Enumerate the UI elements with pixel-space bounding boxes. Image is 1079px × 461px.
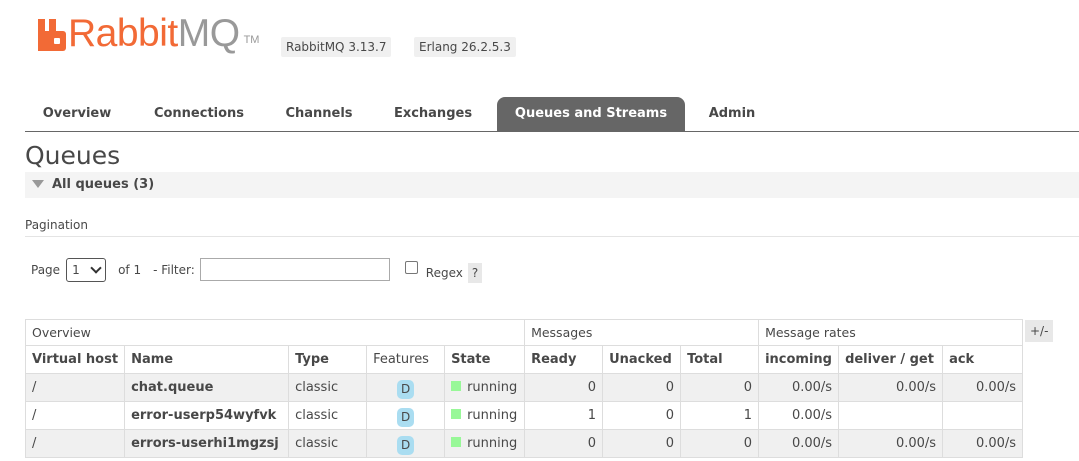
rabbitmq-logo-icon [38, 19, 66, 51]
tab-connections[interactable]: Connections [135, 97, 263, 131]
group-header-overview: Overview [24, 319, 526, 346]
running-status-icon [451, 409, 462, 419]
group-header-messages: Messages [524, 319, 760, 346]
state-label: running [467, 408, 518, 423]
queues-table: Overview Messages Message rates Virtual … [24, 319, 1024, 458]
cell-unacked: 0 [602, 373, 682, 402]
cell-virtual-host: / [24, 373, 126, 402]
filter-label: - Filter: [153, 262, 195, 277]
cell-total: 0 [680, 373, 760, 402]
state-label: running [467, 436, 518, 451]
cell-type: classic [288, 401, 368, 430]
page-select-value: 1 [72, 262, 80, 277]
cell-incoming: 0.00/s [758, 373, 840, 402]
cell-incoming: 0.00/s [758, 429, 840, 458]
cell-total: 0 [680, 429, 760, 458]
tab-exchanges[interactable]: Exchanges [375, 97, 491, 131]
tab-overview[interactable]: Overview [25, 97, 129, 131]
column-header-virtual-host[interactable]: Virtual host [24, 345, 126, 374]
all-queues-label: All queues (3) [52, 177, 155, 192]
running-status-icon [451, 381, 462, 391]
column-toggle-button[interactable]: +/- [1025, 320, 1054, 342]
rabbitmq-logo[interactable]: RabbitMQ TM [38, 14, 259, 54]
cell-total: 1 [680, 401, 760, 430]
column-header-unacked[interactable]: Unacked [602, 345, 682, 374]
column-header-name[interactable]: Name [124, 345, 290, 374]
page-count-label: of 1 [118, 262, 142, 277]
cell-state: running [444, 429, 526, 458]
tab-channels[interactable]: Channels [269, 97, 369, 131]
column-header-state[interactable]: State [444, 345, 526, 374]
cell-ready: 0 [524, 429, 604, 458]
cell-deliver-get [838, 401, 944, 430]
cell-ack [942, 401, 1024, 430]
page-title: Queues [25, 141, 121, 170]
regex-label: Regex [425, 265, 463, 280]
tab-queues-and-streams[interactable]: Queues and Streams [497, 97, 685, 131]
logo-mq-text: MQ [177, 12, 240, 55]
state-label: running [467, 380, 518, 395]
cell-ack: 0.00/s [942, 429, 1024, 458]
durable-feature-badge: D [397, 436, 415, 455]
pagination-heading: Pagination [25, 218, 88, 232]
cell-virtual-host: / [24, 401, 126, 430]
pagination-divider [25, 236, 1079, 237]
queue-name-link[interactable]: error-userp54wyfvk [124, 401, 290, 430]
cell-unacked: 0 [602, 429, 682, 458]
durable-feature-badge: D [397, 380, 415, 399]
regex-help-button[interactable]: ? [467, 262, 483, 283]
cell-type: classic [288, 373, 368, 402]
erlang-version-badge: Erlang 26.2.5.3 [414, 37, 516, 57]
tab-admin[interactable]: Admin [691, 97, 773, 131]
table-row: / errors-userhi1mgzsj classic D running … [24, 429, 1024, 458]
column-header-ready[interactable]: Ready [524, 345, 604, 374]
cell-features: D [366, 429, 446, 458]
cell-state: running [444, 373, 526, 402]
collapse-triangle-icon [32, 179, 44, 188]
filter-input[interactable] [199, 258, 390, 281]
page-select[interactable]: 1 [66, 257, 107, 282]
logo-rabbit-text: Rabbit [68, 12, 178, 55]
group-header-message-rates: Message rates [758, 319, 1024, 346]
cell-deliver-get: 0.00/s [838, 373, 944, 402]
page-label: Page [31, 262, 61, 277]
main-nav-tabs: Overview Connections Channels Exchanges … [25, 97, 1079, 132]
logo-wordmark: RabbitMQ [68, 14, 240, 54]
regex-checkbox[interactable] [404, 261, 418, 274]
cell-ready: 1 [524, 401, 604, 430]
trademark-mark: TM [243, 34, 260, 46]
chevron-down-icon [90, 261, 102, 274]
queue-name-link[interactable]: chat.queue [124, 373, 290, 402]
cell-unacked: 0 [602, 401, 682, 430]
column-header-ack[interactable]: ack [942, 345, 1024, 374]
all-queues-section-toggle[interactable]: All queues (3) [25, 172, 1079, 198]
cell-features: D [366, 373, 446, 402]
cell-incoming: 0.00/s [758, 401, 840, 430]
cell-virtual-host: / [24, 429, 126, 458]
cell-features: D [366, 401, 446, 430]
durable-feature-badge: D [397, 408, 415, 427]
cell-deliver-get: 0.00/s [838, 429, 944, 458]
column-header-features: Features [366, 345, 446, 374]
column-header-type[interactable]: Type [288, 345, 368, 374]
cell-ack: 0.00/s [942, 373, 1024, 402]
table-row: / chat.queue classic D running 0 0 0 0.0… [24, 373, 1024, 402]
queue-name-link[interactable]: errors-userhi1mgzsj [124, 429, 290, 458]
cell-state: running [444, 401, 526, 430]
running-status-icon [451, 437, 462, 447]
cell-type: classic [288, 429, 368, 458]
column-header-deliver-get[interactable]: deliver / get [838, 345, 944, 374]
table-row: / error-userp54wyfvk classic D running 1… [24, 401, 1024, 430]
column-header-total[interactable]: Total [680, 345, 760, 374]
cell-ready: 0 [524, 373, 604, 402]
pagination-controls: Page 1 of 1 - Filter: Regex ? [31, 257, 483, 283]
column-header-incoming[interactable]: incoming [758, 345, 840, 374]
rabbitmq-version-badge: RabbitMQ 3.13.7 [281, 37, 392, 57]
